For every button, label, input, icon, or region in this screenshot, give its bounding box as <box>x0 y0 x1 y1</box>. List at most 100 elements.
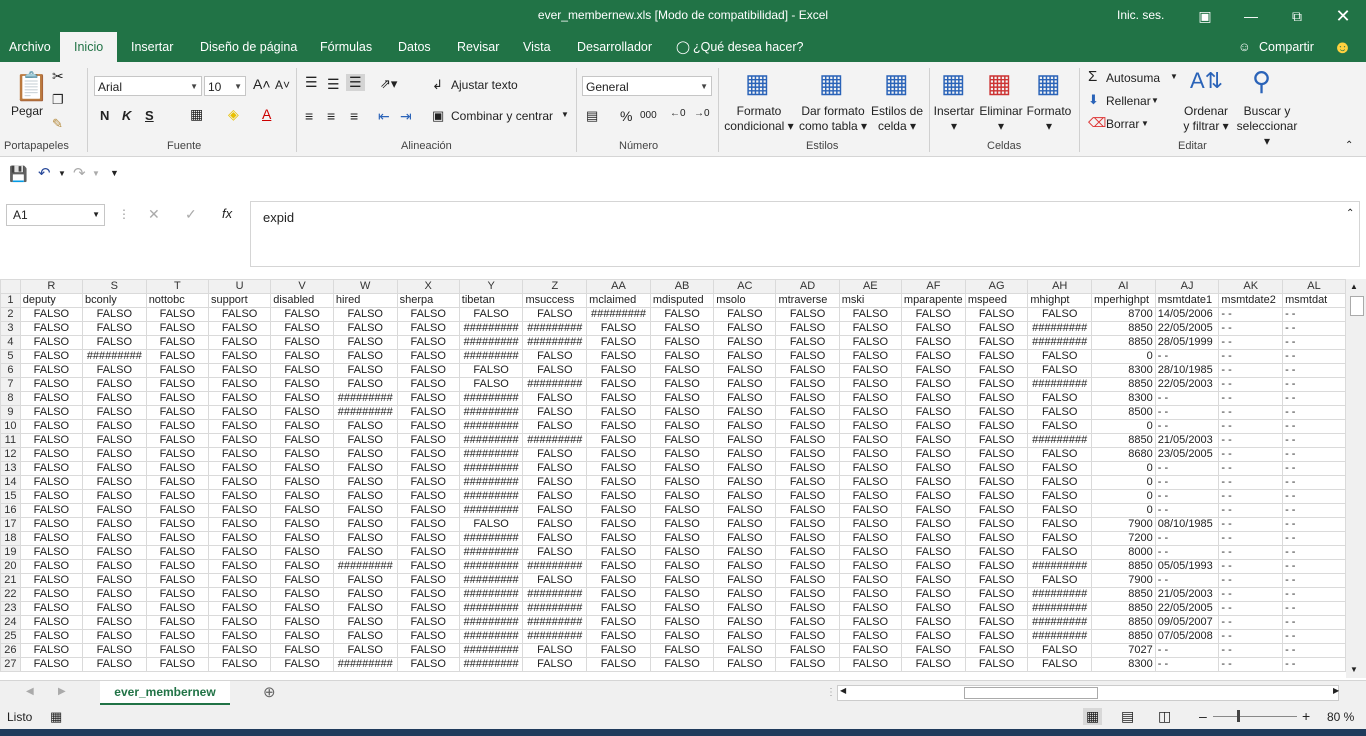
cell[interactable]: FALSO <box>19 433 84 448</box>
cell[interactable]: FALSO <box>332 643 398 658</box>
scroll-down-icon[interactable]: ▼ <box>1350 665 1358 674</box>
shrink-font-icon[interactable]: A˅ <box>275 78 290 92</box>
cell[interactable]: FALSO <box>586 321 651 336</box>
cell[interactable]: - - <box>1218 657 1284 672</box>
cell[interactable]: FALSO <box>145 433 209 448</box>
scroll-up-icon[interactable]: ▲ <box>1350 282 1358 291</box>
cell[interactable]: ######### <box>458 573 524 588</box>
cell[interactable]: FALSO <box>775 461 840 476</box>
cell[interactable]: FALSO <box>19 657 84 672</box>
cell[interactable]: FALSO <box>964 587 1029 602</box>
cell[interactable]: FALSO <box>270 489 334 504</box>
column-header[interactable]: AA <box>586 279 651 294</box>
cell[interactable]: FALSO <box>1027 643 1093 658</box>
cell[interactable]: FALSO <box>838 517 902 532</box>
restore-icon[interactable]: ⧉ <box>1274 0 1320 32</box>
cell[interactable]: FALSO <box>207 307 272 322</box>
column-header[interactable]: AJ <box>1154 279 1220 294</box>
cell[interactable]: FALSO <box>207 629 272 644</box>
cell[interactable]: FALSO <box>900 419 966 434</box>
row-header[interactable]: 18 <box>0 531 21 546</box>
cell-styles-button[interactable]: Estilos de celda ▾ <box>868 104 926 134</box>
cell[interactable]: FALSO <box>19 503 84 518</box>
cell[interactable]: FALSO <box>649 475 715 490</box>
cell[interactable]: FALSO <box>270 419 334 434</box>
cell[interactable]: FALSO <box>396 335 460 350</box>
vertical-scroll-thumb[interactable] <box>1350 296 1364 316</box>
borders-icon[interactable]: ▦ <box>190 106 203 123</box>
cell[interactable]: FALSO <box>586 587 651 602</box>
ribbon-display-options-icon[interactable]: ▣ <box>1182 0 1228 32</box>
cell[interactable]: 7027 <box>1091 643 1156 658</box>
cell[interactable]: - - <box>1282 377 1346 392</box>
cell[interactable]: FALSO <box>19 615 84 630</box>
cell[interactable]: FALSO <box>396 461 460 476</box>
cell[interactable]: - - <box>1218 363 1284 378</box>
column-header[interactable]: AE <box>838 279 902 294</box>
cell[interactable]: FALSO <box>396 657 460 672</box>
cell[interactable]: FALSO <box>145 517 209 532</box>
cell[interactable]: FALSO <box>270 433 334 448</box>
cell[interactable]: FALSO <box>649 489 715 504</box>
zoom-slider-thumb[interactable] <box>1237 710 1240 722</box>
cell[interactable]: - - <box>1154 391 1220 406</box>
cell[interactable]: FALSO <box>775 629 840 644</box>
tell-me-box[interactable]: ¿Qué desea hacer? <box>693 32 804 62</box>
cell[interactable]: FALSO <box>270 573 334 588</box>
cell[interactable]: FALSO <box>19 419 84 434</box>
paste-icon[interactable]: 📋 <box>14 70 49 103</box>
cell[interactable]: FALSO <box>900 615 966 630</box>
cell[interactable]: FALSO <box>332 489 398 504</box>
cell[interactable]: FALSO <box>775 349 840 364</box>
clear-button[interactable]: Borrar <box>1106 117 1139 131</box>
cell[interactable]: FALSO <box>1027 391 1093 406</box>
cell[interactable]: FALSO <box>900 349 966 364</box>
cell[interactable]: 8500 <box>1091 405 1156 420</box>
cell[interactable]: FALSO <box>522 391 588 406</box>
cell[interactable]: FALSO <box>1027 573 1093 588</box>
cut-icon[interactable]: ✂ <box>52 68 64 85</box>
cell[interactable]: FALSO <box>586 503 651 518</box>
cell[interactable]: FALSO <box>900 601 966 616</box>
customize-qat-icon[interactable]: ▼ <box>110 168 119 178</box>
cell[interactable]: - - <box>1282 307 1346 322</box>
sort-filter-button[interactable]: Ordenar y filtrar ▾ <box>1178 104 1234 134</box>
cell[interactable]: FALSO <box>900 503 966 518</box>
cell[interactable]: FALSO <box>145 643 209 658</box>
cell[interactable]: FALSO <box>207 447 272 462</box>
header-cell[interactable]: mski <box>838 293 902 308</box>
insert-cells-icon[interactable]: ▦ <box>941 68 966 99</box>
cell[interactable]: FALSO <box>145 321 209 336</box>
close-icon[interactable]: ✕ <box>1320 0 1366 32</box>
cell[interactable]: FALSO <box>838 307 902 322</box>
cell[interactable]: FALSO <box>207 419 272 434</box>
fill-button[interactable]: Rellenar <box>1106 94 1151 108</box>
cell[interactable]: FALSO <box>522 419 588 434</box>
cell[interactable]: FALSO <box>838 643 902 658</box>
row-header[interactable]: 6 <box>0 363 21 378</box>
cell[interactable]: FALSO <box>838 363 902 378</box>
cell[interactable]: FALSO <box>775 657 840 672</box>
cell[interactable]: FALSO <box>964 615 1029 630</box>
insert-function-icon[interactable]: fx <box>222 206 232 221</box>
cell[interactable]: FALSO <box>649 643 715 658</box>
cell[interactable]: FALSO <box>270 461 334 476</box>
cell[interactable]: FALSO <box>649 573 715 588</box>
cell[interactable]: 8000 <box>1091 545 1156 560</box>
header-cell[interactable]: mtraverse <box>775 293 840 308</box>
cell[interactable]: FALSO <box>458 517 524 532</box>
cell[interactable]: FALSO <box>900 559 966 574</box>
tab-vista[interactable]: Vista <box>523 32 551 62</box>
cell[interactable]: FALSO <box>207 559 272 574</box>
header-cell[interactable]: msmtdate2 <box>1218 293 1284 308</box>
cell[interactable]: FALSO <box>586 545 651 560</box>
cell[interactable]: ######### <box>458 489 524 504</box>
cell[interactable]: FALSO <box>332 447 398 462</box>
row-header[interactable]: 12 <box>0 447 21 462</box>
cell[interactable]: FALSO <box>900 545 966 560</box>
find-select-icon[interactable]: ⚲ <box>1252 66 1271 97</box>
cell[interactable]: FALSO <box>900 573 966 588</box>
cell[interactable]: FALSO <box>964 643 1029 658</box>
fill-icon[interactable]: ⬇ <box>1088 92 1099 108</box>
cell[interactable]: FALSO <box>713 489 777 504</box>
